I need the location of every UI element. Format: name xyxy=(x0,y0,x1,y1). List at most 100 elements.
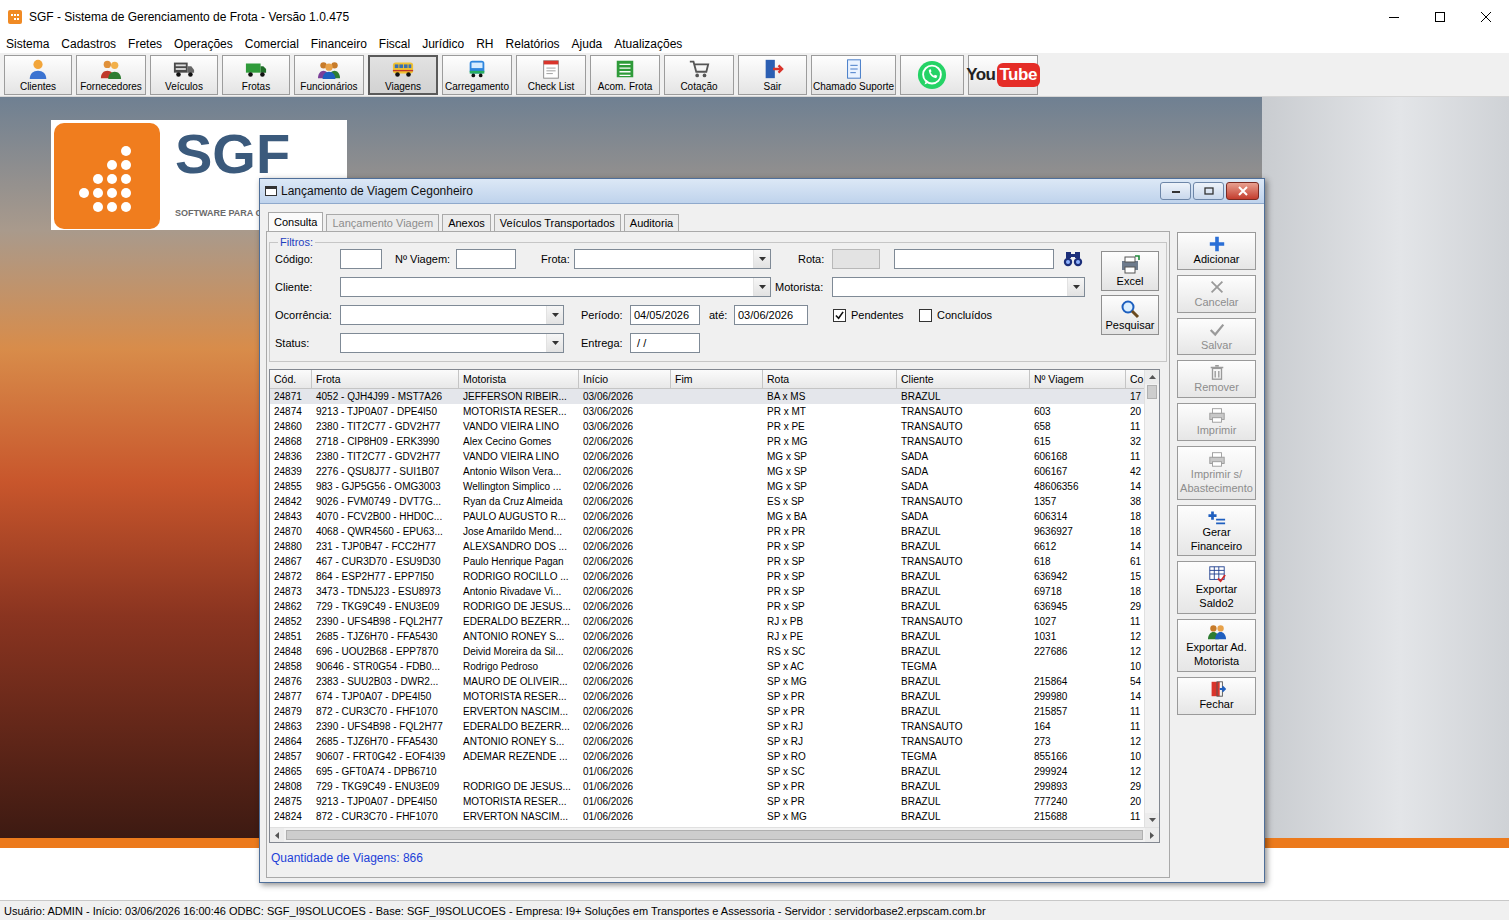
table-row[interactable]: 248522390 - UFS4B98 - FQL2H77EDERALDO BE… xyxy=(270,614,1144,629)
column-header[interactable]: Cód. xyxy=(270,370,312,388)
column-header[interactable]: Cliente xyxy=(897,370,1030,388)
column-header[interactable]: Co xyxy=(1126,370,1144,388)
youtube-button[interactable]: YouTube xyxy=(968,55,1038,95)
combo-box[interactable] xyxy=(574,249,771,269)
filter-input[interactable] xyxy=(894,249,1054,269)
table-row[interactable]: 248642685 - TJZ6H70 - FFA5430ANTONIO RON… xyxy=(270,734,1144,749)
column-header[interactable]: Motorista xyxy=(459,370,579,388)
toolbar-button[interactable]: Check List xyxy=(516,55,586,95)
toolbar-button[interactable]: Viagens xyxy=(368,55,438,95)
table-row[interactable]: 2485790607 - FRT0G42 - EOF4I39ADEMAR REZ… xyxy=(270,749,1144,764)
tab[interactable]: Auditoria xyxy=(624,214,679,231)
menu-item[interactable]: Fretes xyxy=(122,37,168,51)
filter-search[interactable] xyxy=(1062,249,1084,269)
scroll-thumb[interactable] xyxy=(1147,385,1157,399)
combo-arrow-button[interactable] xyxy=(546,306,563,324)
combo-arrow-button[interactable] xyxy=(753,250,770,268)
table-row[interactable]: 24872864 - ESP2H77 - EPP7I50RODRIGO ROCI… xyxy=(270,569,1144,584)
table-row[interactable]: 2485890646 - STR0G54 - FDB0...Rodrigo Pe… xyxy=(270,659,1144,674)
combo-arrow-button[interactable] xyxy=(546,334,563,352)
menu-item[interactable]: Cadastros xyxy=(55,37,122,51)
toolbar-button[interactable]: Frotas xyxy=(222,55,290,95)
toolbar-button[interactable]: Sair xyxy=(738,55,807,95)
maximize-button[interactable] xyxy=(1417,0,1463,34)
action-button[interactable]: Fechar xyxy=(1177,677,1256,715)
filter-combo[interactable] xyxy=(340,305,564,325)
filter-input[interactable] xyxy=(340,249,382,269)
close-button[interactable] xyxy=(1463,0,1509,34)
dialog-close-button[interactable] xyxy=(1226,182,1259,200)
checkbox[interactable] xyxy=(833,309,846,322)
column-header[interactable]: Início xyxy=(579,370,671,388)
table-row[interactable]: 248759213 - TJP0A07 - DPE4I50MOTORISTA R… xyxy=(270,794,1144,809)
scroll-down-button[interactable] xyxy=(1145,813,1159,827)
toolbar-button[interactable]: Cotação xyxy=(664,55,734,95)
text-field[interactable] xyxy=(630,305,700,325)
vertical-scrollbar[interactable] xyxy=(1144,370,1159,827)
table-row[interactable]: 24880231 - TJP0B47 - FCC2H77ALEXSANDRO D… xyxy=(270,539,1144,554)
filter-combo[interactable] xyxy=(574,249,771,269)
menu-item[interactable]: Financeiro xyxy=(305,37,373,51)
column-header[interactable]: Nº Viagem xyxy=(1030,370,1126,388)
menu-item[interactable]: Jurídico xyxy=(416,37,470,51)
filter-input[interactable] xyxy=(630,333,700,353)
dialog-minimize-button[interactable] xyxy=(1160,182,1191,200)
filter-combo[interactable] xyxy=(832,277,1085,297)
filter-combo[interactable] xyxy=(340,277,771,297)
table-row[interactable]: 24862729 - TKG9C49 - ENU3E09RODRIGO DE J… xyxy=(270,599,1144,614)
text-field[interactable] xyxy=(456,249,516,269)
menu-item[interactable]: Comercial xyxy=(239,37,305,51)
table-row[interactable]: 248714052 - QJH4J99 - MST7A26JEFFERSON R… xyxy=(270,389,1144,404)
table-row[interactable]: 248362380 - TIT2C77 - GDV2H77VANDO VIEIR… xyxy=(270,449,1144,464)
text-field[interactable] xyxy=(340,249,382,269)
filter-input[interactable] xyxy=(734,305,808,325)
table-row[interactable]: 24848696 - UOU2B68 - EPP7870Deivid Morei… xyxy=(270,644,1144,659)
column-header[interactable]: Fim xyxy=(671,370,763,388)
menu-item[interactable]: Fiscal xyxy=(373,37,416,51)
search-button[interactable]: Pesquisar xyxy=(1101,295,1159,335)
table-row[interactable]: 248434070 - FCV2B00 - HHD0C...PAULO AUGU… xyxy=(270,509,1144,524)
combo-box[interactable] xyxy=(832,277,1085,297)
tab[interactable]: Veículos Transportados xyxy=(494,214,621,231)
combo-box[interactable] xyxy=(340,333,564,353)
filter-checkbox[interactable]: Concluídos xyxy=(919,309,999,322)
toolbar-button[interactable]: Acom. Frota xyxy=(590,55,660,95)
menu-item[interactable]: Relatórios xyxy=(500,37,566,51)
menu-item[interactable]: Operações xyxy=(168,37,239,51)
table-row[interactable]: 24855983 - GJP5G56 - OMG3003Wellington S… xyxy=(270,479,1144,494)
action-button[interactable]: Adicionar xyxy=(1177,232,1256,270)
excel-button[interactable]: Excel xyxy=(1101,251,1159,291)
table-row[interactable]: 24808729 - TKG9C49 - ENU3E09RODRIGO DE J… xyxy=(270,779,1144,794)
table-row[interactable]: 248602380 - TIT2C77 - GDV2H77VANDO VIEIR… xyxy=(270,419,1144,434)
dialog-maximize-button[interactable] xyxy=(1193,182,1224,200)
combo-arrow-button[interactable] xyxy=(753,278,770,296)
minimize-button[interactable] xyxy=(1371,0,1417,34)
combo-arrow-button[interactable] xyxy=(1067,278,1084,296)
table-row[interactable]: 24865695 - GFT0A74 - DPB671001/06/2026SP… xyxy=(270,764,1144,779)
menu-item[interactable]: RH xyxy=(470,37,499,51)
menu-item[interactable]: Ajuda xyxy=(566,37,609,51)
text-field[interactable] xyxy=(894,249,1054,269)
table-row[interactable]: 248762383 - SUU2B03 - DWR2...MAURO DE OL… xyxy=(270,674,1144,689)
column-header[interactable]: Rota xyxy=(763,370,897,388)
table-row[interactable]: 24877674 - TJP0A07 - DPE4I50MOTORISTA RE… xyxy=(270,689,1144,704)
tab[interactable]: Anexos xyxy=(442,214,491,231)
scroll-right-button[interactable] xyxy=(1145,828,1159,842)
checkbox[interactable] xyxy=(919,309,932,322)
action-button[interactable]: Exportar Saldo2 xyxy=(1177,561,1256,614)
table-row[interactable]: 24867467 - CUR3D70 - ESU9D30Paulo Henriq… xyxy=(270,554,1144,569)
route-search-button[interactable] xyxy=(1062,249,1084,269)
table-row[interactable]: 24879872 - CUR3C70 - FHF1070ERVERTON NAS… xyxy=(270,704,1144,719)
text-field[interactable] xyxy=(630,333,700,353)
action-button[interactable]: Exportar Ad. Motorista xyxy=(1177,619,1256,672)
scroll-left-button[interactable] xyxy=(270,828,284,842)
scroll-up-button[interactable] xyxy=(1145,370,1159,384)
toolbar-button[interactable]: Funcionários xyxy=(294,55,364,95)
toolbar-button[interactable]: Veículos xyxy=(150,55,218,95)
table-row[interactable]: 248749213 - TJP0A07 - DPE4I50MOTORISTA R… xyxy=(270,404,1144,419)
text-field[interactable] xyxy=(734,305,808,325)
action-button[interactable]: Gerar Financeiro xyxy=(1177,505,1256,557)
table-row[interactable]: 248682718 - CIP8H09 - ERK3990Alex Cecino… xyxy=(270,434,1144,449)
tab[interactable]: Consulta xyxy=(268,212,323,231)
filter-combo[interactable] xyxy=(340,333,564,353)
